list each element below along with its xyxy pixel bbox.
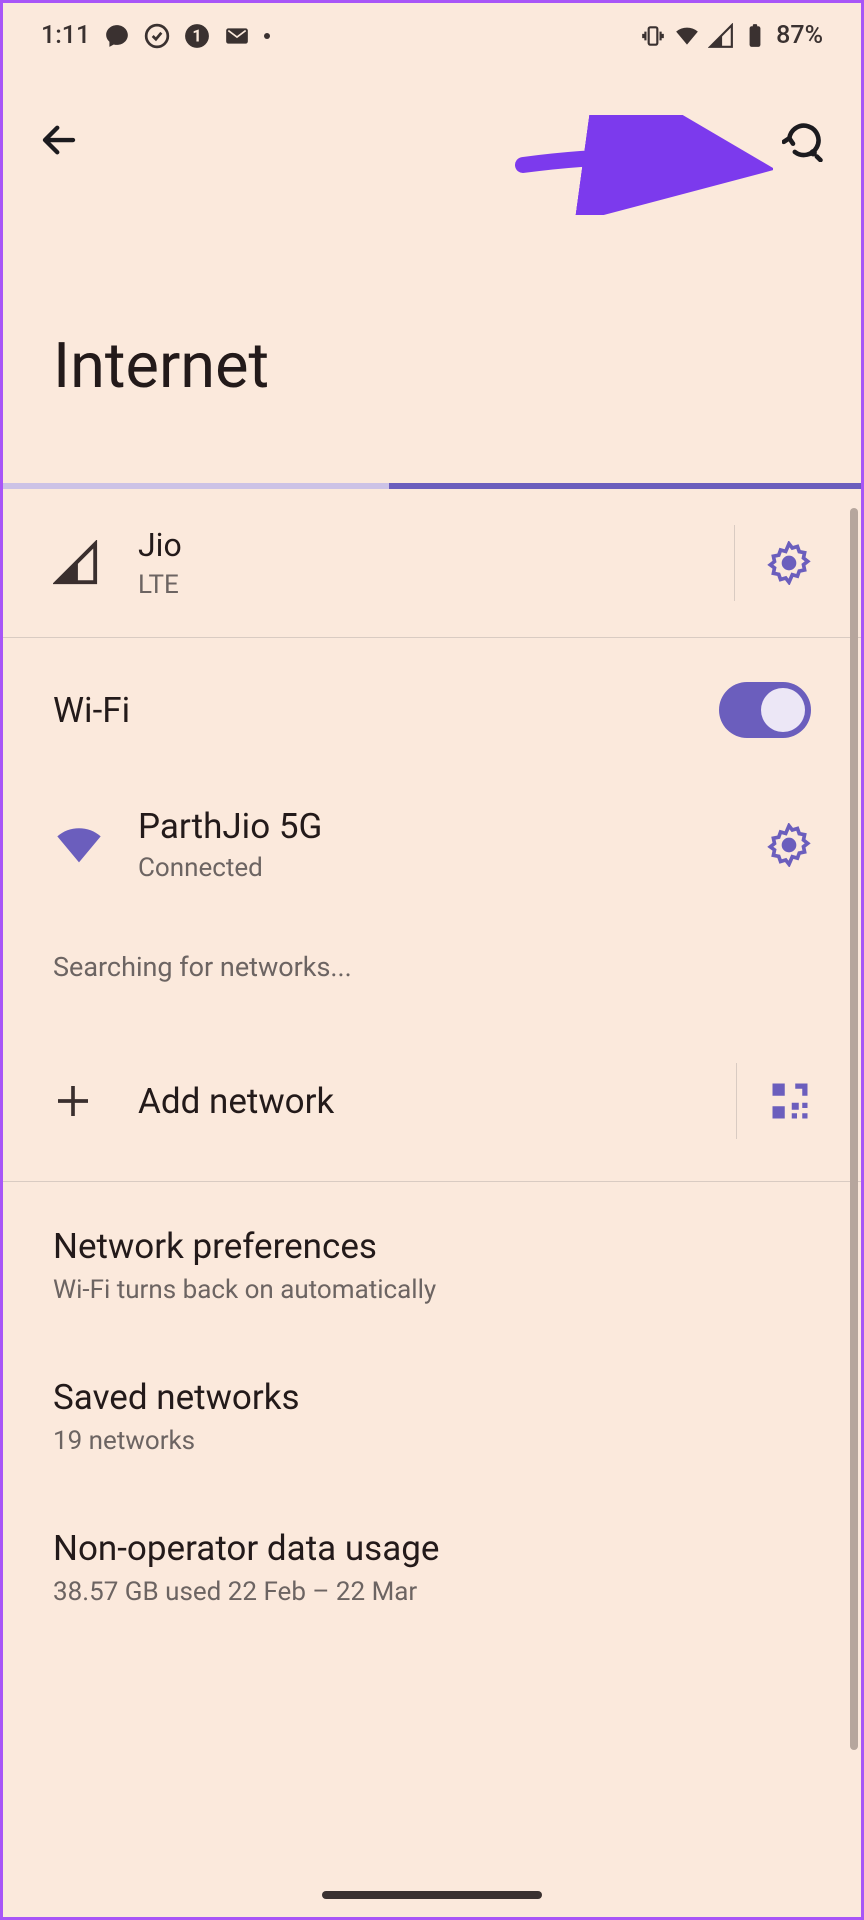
wifi-icon (53, 819, 105, 871)
cellular-name: Jio (138, 526, 704, 564)
saved-networks-title: Saved networks (53, 1377, 811, 1418)
progress-divider (3, 483, 861, 489)
wifi-network-name: ParthJio 5G (138, 806, 737, 847)
wifi-toggle-row[interactable]: Wi-Fi (3, 638, 861, 762)
add-network-label: Add network (138, 1081, 706, 1122)
wifi-icon (674, 23, 700, 49)
scrollbar[interactable] (850, 508, 858, 1750)
app-bar (3, 60, 861, 165)
plus-icon (53, 1081, 93, 1121)
wifi-network-status: Connected (138, 853, 737, 883)
wifi-toggle[interactable] (719, 682, 811, 738)
add-network-row[interactable]: Add network (3, 1033, 861, 1182)
back-button[interactable] (35, 116, 83, 164)
cellular-network-row[interactable]: Jio LTE (3, 489, 861, 638)
data-usage-title: Non-operator data usage (53, 1528, 811, 1569)
battery-percent: 87% (776, 21, 823, 50)
data-usage-row[interactable]: Non-operator data usage 38.57 GB used 22… (3, 1484, 861, 1635)
network-preferences-title: Network preferences (53, 1226, 811, 1267)
data-usage-sub: 38.57 GB used 22 Feb – 22 Mar (53, 1577, 811, 1607)
page-title: Internet (3, 165, 861, 483)
vertical-divider (734, 525, 735, 601)
network-preferences-row[interactable]: Network preferences Wi-Fi turns back on … (3, 1182, 861, 1333)
notification-badge-icon: 1 (184, 23, 210, 49)
saved-networks-sub: 19 networks (53, 1426, 811, 1456)
wifi-label: Wi-Fi (53, 690, 689, 731)
toggle-knob (761, 688, 805, 732)
wifi-network-row[interactable]: ParthJio 5G Connected (3, 762, 861, 927)
network-preferences-sub: Wi-Fi turns back on automatically (53, 1275, 811, 1305)
vibrate-icon (640, 23, 666, 49)
cellular-signal-icon (708, 23, 734, 49)
chat-icon (104, 23, 130, 49)
battery-icon (742, 23, 768, 49)
searching-text: Searching for networks... (3, 927, 861, 1033)
status-bar: 1:11 1 87% (3, 3, 861, 60)
more-icon (264, 33, 270, 39)
status-right: 87% (640, 21, 823, 50)
status-time: 1:11 (41, 21, 90, 50)
svg-text:1: 1 (193, 26, 202, 45)
home-indicator[interactable] (322, 1891, 542, 1899)
cellular-signal-icon (53, 540, 99, 586)
outlook-icon (224, 23, 250, 49)
sync-cloud-icon (144, 23, 170, 49)
gear-icon[interactable] (767, 823, 811, 867)
qr-scan-icon[interactable] (769, 1080, 811, 1122)
diagnostics-button[interactable] (779, 115, 829, 165)
vertical-divider (736, 1063, 737, 1139)
status-left: 1:11 1 (41, 21, 270, 50)
gear-icon[interactable] (767, 541, 811, 585)
saved-networks-row[interactable]: Saved networks 19 networks (3, 1333, 861, 1484)
cellular-type: LTE (138, 570, 704, 600)
